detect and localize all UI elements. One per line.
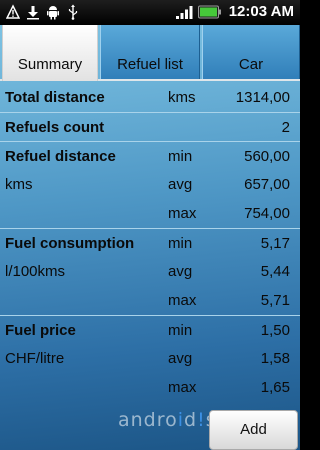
tab-refuel-list-label: Refuel list: [117, 56, 183, 73]
add-button[interactable]: Add: [209, 410, 298, 450]
refuel-distance-min-row: Refuel distance min 560,00: [0, 141, 300, 170]
watermark-part-1: andro: [118, 409, 178, 431]
warning-icon: [6, 4, 20, 19]
tab-summary[interactable]: Summary: [2, 25, 98, 81]
total-distance-unit: kms: [168, 89, 196, 106]
tab-car-label: Car: [238, 56, 264, 73]
fuel-consumption-min-label: min: [168, 235, 193, 252]
fuel-consumption-min-row: Fuel consumption min 5,17: [0, 228, 300, 257]
total-distance-row: Total distance kms 1314,00: [0, 83, 300, 112]
download-icon: [27, 6, 39, 20]
summary-table: Total distance kms 1314,00 Refuels count…: [0, 83, 300, 402]
tab-car[interactable]: Car: [202, 25, 300, 81]
refuel-distance-avg-row: kms avg 657,00: [0, 170, 300, 199]
refuel-distance-min-value: 560,00: [244, 148, 290, 165]
fuel-consumption-max-label: max: [168, 292, 197, 309]
fuel-price-label: Fuel price: [5, 322, 76, 339]
fuel-price-avg-value: 1,58: [260, 350, 290, 367]
fuel-consumption-avg-value: 5,44: [260, 263, 290, 280]
refuel-distance-label: Refuel distance: [5, 148, 116, 165]
fuel-price-max-row: max 1,65: [0, 373, 300, 402]
tab-bar: Summary Refuel list Car: [0, 25, 300, 81]
refuels-count-label: Refuels count: [5, 119, 105, 136]
watermark-part-4: !: [197, 409, 206, 431]
refuel-distance-avg-value: 657,00: [244, 176, 290, 193]
watermark-part-3: d: [184, 409, 198, 431]
status-bar: 12:03 AM: [0, 0, 300, 25]
fuel-price-avg-label: avg: [168, 350, 193, 367]
refuel-distance-unit: kms: [5, 176, 33, 193]
refuel-distance-max-row: max 754,00: [0, 199, 300, 228]
fuel-price-max-label: max: [168, 379, 197, 396]
app-content: Summary Refuel list Car Total distance k…: [0, 25, 300, 450]
refuels-count-row: Refuels count 2: [0, 112, 300, 141]
tab-refuel-list[interactable]: Refuel list: [100, 25, 200, 81]
fuel-consumption-min-value: 5,17: [260, 235, 290, 252]
tab-summary-label: Summary: [17, 56, 83, 73]
refuel-distance-min-label: min: [168, 148, 193, 165]
total-distance-label: Total distance: [5, 89, 105, 106]
fuel-consumption-max-value: 5,71: [260, 292, 290, 309]
fuel-consumption-avg-label: avg: [168, 263, 193, 280]
fuel-price-min-value: 1,50: [260, 322, 290, 339]
refuel-distance-max-value: 754,00: [244, 205, 290, 222]
fuel-consumption-label: Fuel consumption: [5, 235, 135, 252]
fuel-price-max-value: 1,65: [260, 379, 290, 396]
fuel-consumption-unit: l/100kms: [5, 263, 66, 280]
status-clock: 12:03 AM: [228, 3, 294, 20]
fuel-price-avg-row: CHF/litre avg 1,58: [0, 344, 300, 373]
fuel-consumption-avg-row: l/100kms avg 5,44: [0, 257, 300, 286]
fuel-price-min-label: min: [168, 322, 193, 339]
refuels-count-value: 2: [281, 119, 290, 136]
usb-icon: [68, 4, 78, 20]
site-watermark: android!s: [118, 409, 217, 431]
fuel-price-unit: CHF/litre: [5, 350, 65, 367]
battery-icon: [197, 5, 221, 18]
fuel-consumption-max-row: max 5,71: [0, 286, 300, 315]
signal-icon: [175, 5, 193, 19]
total-distance-value: 1314,00: [235, 89, 290, 106]
fuel-price-min-row: Fuel price min 1,50: [0, 315, 300, 344]
refuel-distance-avg-label: avg: [168, 176, 193, 193]
android-icon: [47, 6, 59, 20]
refuel-distance-max-label: max: [168, 205, 197, 222]
